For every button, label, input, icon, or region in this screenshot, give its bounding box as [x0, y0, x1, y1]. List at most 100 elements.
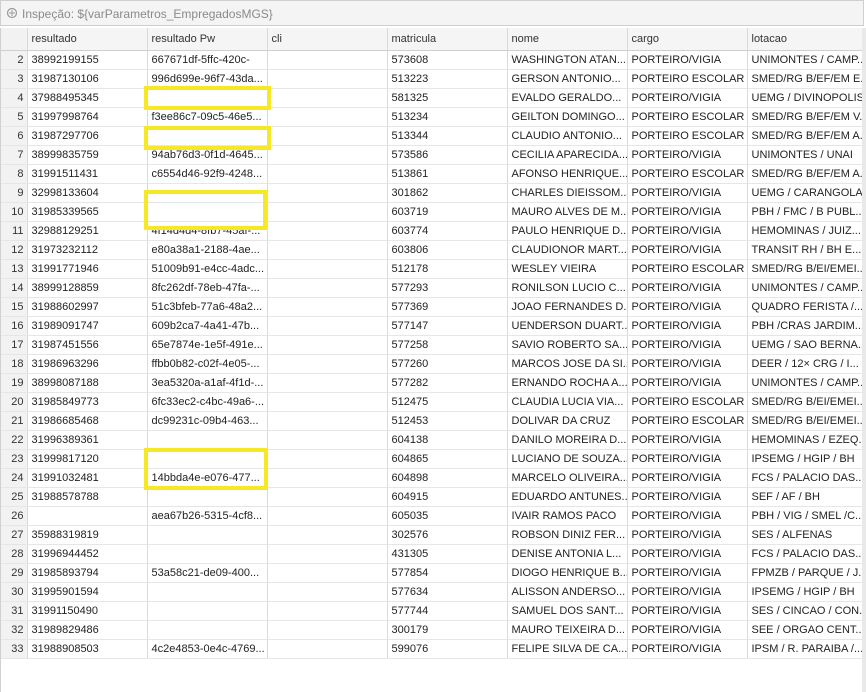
- table-cell[interactable]: HEMOMINAS / JUIZ...: [747, 221, 866, 241]
- table-cell[interactable]: [267, 259, 388, 279]
- table-cell[interactable]: 573608: [387, 50, 508, 70]
- table-cell[interactable]: 31986685468: [27, 411, 148, 431]
- table-cell[interactable]: c6554d46-92f9-4248...: [147, 164, 268, 184]
- table-cell[interactable]: 577369: [387, 297, 508, 317]
- table-cell[interactable]: PBH / FMC / B PUBL...: [747, 202, 866, 222]
- table-cell[interactable]: CLAUDIO ANTONIO...: [507, 126, 628, 146]
- table-cell[interactable]: PORTEIRO/VIGIA: [627, 202, 748, 222]
- table-cell[interactable]: 35988319819: [27, 525, 148, 545]
- table-row[interactable]: 21 31986685468 dc99231c-09b4-463... 512453 D…: [1, 411, 866, 431]
- table-cell[interactable]: [147, 601, 268, 621]
- table-cell[interactable]: 577854: [387, 563, 508, 583]
- table-cell[interactable]: AFONSO HENRIQUE...: [507, 164, 628, 184]
- table-cell[interactable]: ROBSON DINIZ FER...: [507, 525, 628, 545]
- table-cell[interactable]: PORTEIRO ESCOLAR: [627, 164, 748, 184]
- table-cell[interactable]: MAURO TEIXEIRA D...: [507, 620, 628, 640]
- table-cell[interactable]: DOLIVAR DA CRUZ: [507, 411, 628, 431]
- column-header[interactable]: resultado: [27, 28, 148, 51]
- table-cell[interactable]: [147, 620, 268, 640]
- table-cell[interactable]: MARCOS JOSE DA SI...: [507, 354, 628, 374]
- table-cell[interactable]: PORTEIRO/VIGIA: [627, 582, 748, 602]
- table-cell[interactable]: 65e7874e-1e5f-491e...: [147, 335, 268, 355]
- table-row[interactable]: 4 37988495345 581325 EVALDO GERALDO... PORTE…: [1, 88, 866, 108]
- table-cell[interactable]: 4c2e4853-0e4c-4769...: [147, 639, 268, 659]
- table-cell[interactable]: PORTEIRO/VIGIA: [627, 487, 748, 507]
- table-row[interactable]: 31 31991150490 577744 SAMUEL DOS SANT... POR…: [1, 601, 866, 621]
- table-row[interactable]: 15 31988602997 51c3bfeb-77a6-48a2... 577369…: [1, 297, 866, 317]
- table-cell[interactable]: [267, 107, 388, 127]
- column-header[interactable]: resultado Pw: [147, 28, 268, 51]
- table-cell[interactable]: [267, 563, 388, 583]
- table-row[interactable]: 25 31988578788 604915 EDUARDO ANTUNES... POR…: [1, 487, 866, 507]
- table-cell[interactable]: FCS / PALACIO DAS...: [747, 468, 866, 488]
- table-cell[interactable]: IVAIR RAMOS PACO: [507, 506, 628, 526]
- table-cell[interactable]: 31991771946: [27, 259, 148, 279]
- table-cell[interactable]: CHARLES DIEISSOM...: [507, 183, 628, 203]
- table-cell[interactable]: 31986963296: [27, 354, 148, 374]
- table-cell[interactable]: [267, 183, 388, 203]
- table-row[interactable]: 8 31991511431 c6554d46-92f9-4248... 513861 A…: [1, 164, 866, 184]
- table-cell[interactable]: 31973232112: [27, 240, 148, 260]
- table-row[interactable]: 18 31986963296 ffbb0b82-c02f-4e05-... 57726…: [1, 354, 866, 374]
- table-cell[interactable]: [267, 126, 388, 146]
- table-cell[interactable]: [267, 373, 388, 393]
- table-cell[interactable]: FPMZB / PARQUE / J...: [747, 563, 866, 583]
- table-row[interactable]: 29 31985893794 53a58c21-de09-400... 577854 D…: [1, 563, 866, 583]
- table-cell[interactable]: 577147: [387, 316, 508, 336]
- table-cell[interactable]: 31989829486: [27, 620, 148, 640]
- table-cell[interactable]: [267, 88, 388, 108]
- column-header[interactable]: lotacao: [747, 28, 866, 51]
- column-header[interactable]: nome: [507, 28, 628, 51]
- table-cell[interactable]: IPSEMG / HGIP / BH: [747, 582, 866, 602]
- table-cell[interactable]: 38999128859: [27, 278, 148, 298]
- table-cell[interactable]: 31985849773: [27, 392, 148, 412]
- table-cell[interactable]: 31991511431: [27, 164, 148, 184]
- row-number-header[interactable]: [1, 28, 28, 51]
- table-cell[interactable]: PORTEIRO/VIGIA: [627, 601, 748, 621]
- table-cell[interactable]: PORTEIRO/VIGIA: [627, 544, 748, 564]
- table-row[interactable]: 11 32988129251 4f14d4d4-8fb7-45af-... 60377…: [1, 221, 866, 241]
- table-cell[interactable]: 31995901594: [27, 582, 148, 602]
- table-cell[interactable]: SMED/RG B/EI/EMEI...: [747, 411, 866, 431]
- table-cell[interactable]: SMED/RG B/EF/EM A...: [747, 126, 866, 146]
- data-grid[interactable]: resultado resultado Pw cli matricula nome car…: [0, 28, 866, 692]
- table-cell[interactable]: 31987297706: [27, 126, 148, 146]
- table-cell[interactable]: 604915: [387, 487, 508, 507]
- table-cell[interactable]: [267, 335, 388, 355]
- table-cell[interactable]: FELIPE SILVA DE CA...: [507, 639, 628, 659]
- table-cell[interactable]: SMED/RG B/EF/EM E...: [747, 69, 866, 89]
- table-cell[interactable]: PAULO HENRIQUE D...: [507, 221, 628, 241]
- table-cell[interactable]: UNIMONTES / CAMP...: [747, 50, 866, 70]
- table-cell[interactable]: [267, 449, 388, 469]
- table-cell[interactable]: UENDERSON DUART...: [507, 316, 628, 336]
- table-cell[interactable]: PORTEIRO/VIGIA: [627, 373, 748, 393]
- table-cell[interactable]: 513344: [387, 126, 508, 146]
- table-cell[interactable]: PORTEIRO/VIGIA: [627, 620, 748, 640]
- table-cell[interactable]: GEILTON DOMINGO...: [507, 107, 628, 127]
- table-cell[interactable]: UEMG / SAO BERNA...: [747, 335, 866, 355]
- table-cell[interactable]: PORTEIRO/VIGIA: [627, 145, 748, 165]
- table-cell[interactable]: 31991150490: [27, 601, 148, 621]
- table-cell[interactable]: dc99231c-09b4-463...: [147, 411, 268, 431]
- table-cell[interactable]: PORTEIRO/VIGIA: [627, 50, 748, 70]
- table-cell[interactable]: UNIMONTES / CAMP...: [747, 373, 866, 393]
- table-cell[interactable]: 38998087188: [27, 373, 148, 393]
- table-cell[interactable]: [27, 506, 148, 526]
- table-cell[interactable]: CLAUDIA LUCIA VIA...: [507, 392, 628, 412]
- table-cell[interactable]: 300179: [387, 620, 508, 640]
- table-cell[interactable]: 38992199155: [27, 50, 148, 70]
- table-cell[interactable]: [267, 392, 388, 412]
- table-cell[interactable]: [267, 525, 388, 545]
- table-cell[interactable]: 512453: [387, 411, 508, 431]
- table-cell[interactable]: [267, 506, 388, 526]
- table-cell[interactable]: 31988578788: [27, 487, 148, 507]
- table-row[interactable]: 22 31996389361 604138 DANILO MOREIRA D... PO…: [1, 430, 866, 450]
- table-cell[interactable]: CECILIA APARECIDA...: [507, 145, 628, 165]
- table-cell[interactable]: 581325: [387, 88, 508, 108]
- table-cell[interactable]: 603774: [387, 221, 508, 241]
- table-cell[interactable]: WASHINGTON ATAN...: [507, 50, 628, 70]
- table-cell[interactable]: ffbb0b82-c02f-4e05-...: [147, 354, 268, 374]
- table-cell[interactable]: [147, 582, 268, 602]
- table-cell[interactable]: PORTEIRO ESCOLAR: [627, 259, 748, 279]
- table-cell[interactable]: PORTEIRO/VIGIA: [627, 316, 748, 336]
